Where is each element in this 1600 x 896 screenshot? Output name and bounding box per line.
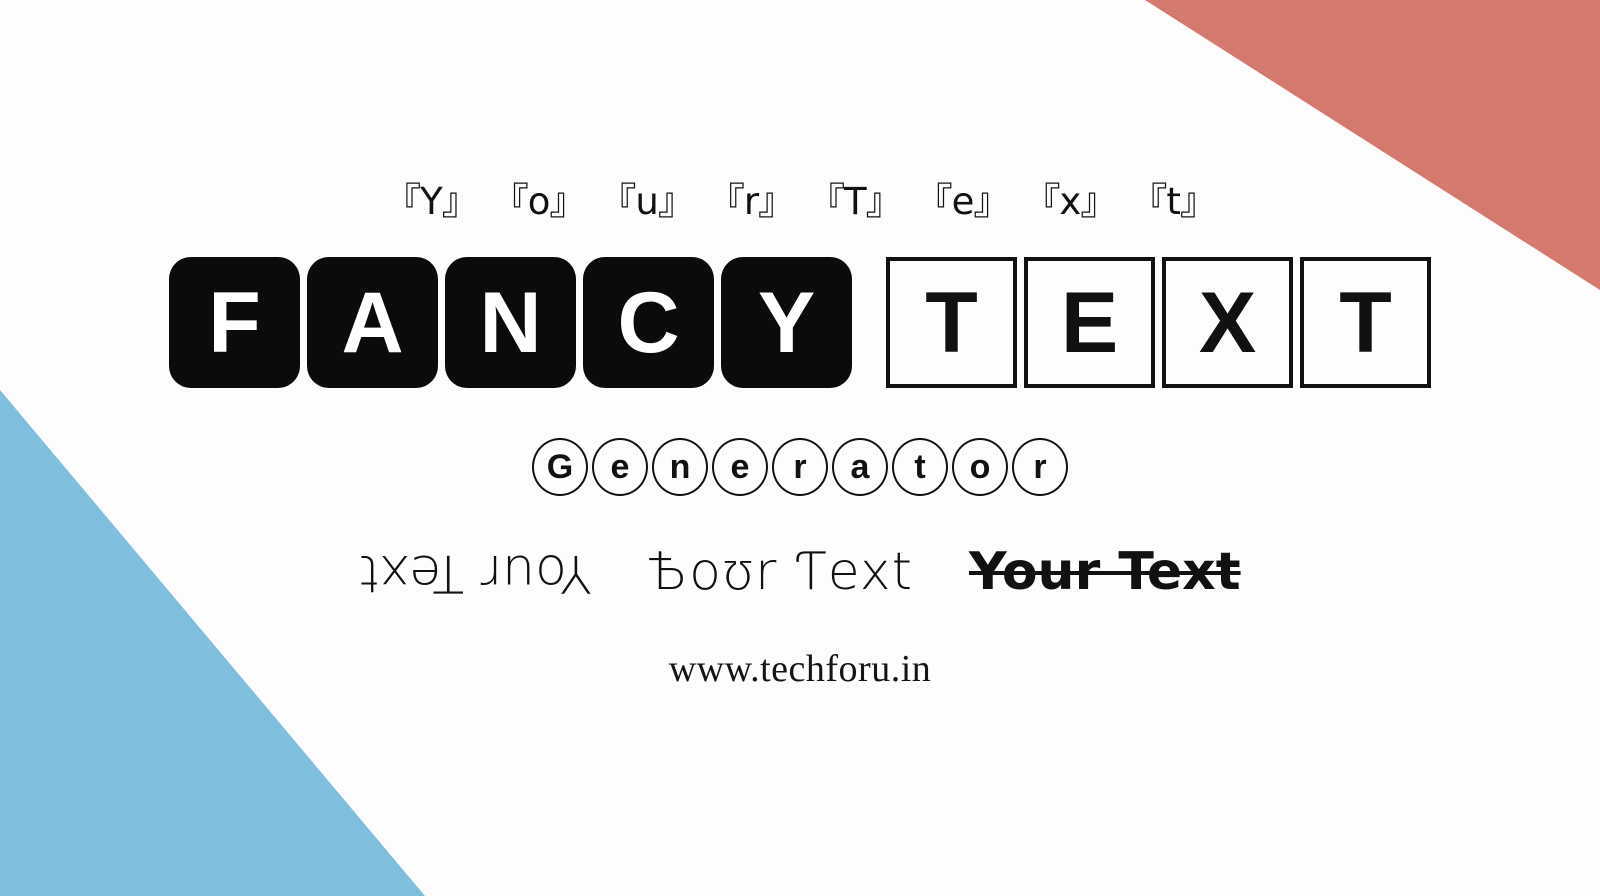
bracket-letter: 『e』	[915, 180, 1011, 223]
poster-content: 『Y』 『o』 『u』 『r』 『T』 『e』 『x』 『t』 F A N C …	[0, 0, 1600, 896]
title-tile-filled: N	[445, 257, 576, 388]
bracket-letter: 『x』	[1023, 180, 1117, 223]
variant-strikethrough: Your Text	[968, 542, 1241, 602]
bracketed-text-row: 『Y』 『o』 『u』 『r』 『T』 『e』 『x』 『t』	[384, 180, 1217, 239]
subtitle-row: G e n e r a t o r	[532, 438, 1068, 496]
title-tile-filled: F	[169, 257, 300, 388]
subtitle-circle-letter: o	[952, 438, 1008, 496]
subtitle-circle-letter: e	[712, 438, 768, 496]
bracket-letter: 『o』	[491, 180, 587, 223]
variant-upside-down: Your Text	[359, 543, 593, 604]
footer-row: www.techforu.in	[669, 647, 932, 691]
title-tile-outlined: E	[1024, 257, 1155, 388]
text-variants-row: Your Text Ѣoʊr Ƭext Your Text	[359, 542, 1241, 604]
title-tile-outlined: X	[1162, 257, 1293, 388]
subtitle-circle-letter: r	[772, 438, 828, 496]
bracket-letter: 『t』	[1130, 180, 1217, 223]
subtitle-circle-letter: n	[652, 438, 708, 496]
bracket-letter: 『r』	[707, 180, 795, 223]
title-tile-filled: Y	[721, 257, 852, 388]
title-word-separator	[859, 322, 879, 323]
bracket-letter: 『Y』	[384, 180, 479, 223]
main-title-row: F A N C Y T E X T	[169, 257, 1431, 388]
subtitle-circle-letter: r	[1012, 438, 1068, 496]
title-tile-filled: C	[583, 257, 714, 388]
title-tile-filled: A	[307, 257, 438, 388]
poster-canvas: 『Y』 『o』 『u』 『r』 『T』 『e』 『x』 『t』 F A N C …	[0, 0, 1600, 896]
subtitle-circle-letter: e	[592, 438, 648, 496]
bracket-letter: 『T』	[808, 180, 903, 223]
bracket-letter: 『u』	[599, 180, 694, 223]
title-tile-outlined: T	[886, 257, 1017, 388]
website-url: www.techforu.in	[668, 648, 932, 691]
subtitle-circle-letter: t	[892, 438, 948, 496]
subtitle-circle-letter: G	[532, 438, 588, 496]
subtitle-circle-letter: a	[832, 438, 888, 496]
title-tile-outlined: T	[1300, 257, 1431, 388]
variant-stylized-unicode: Ѣoʊr Ƭext	[648, 542, 913, 602]
